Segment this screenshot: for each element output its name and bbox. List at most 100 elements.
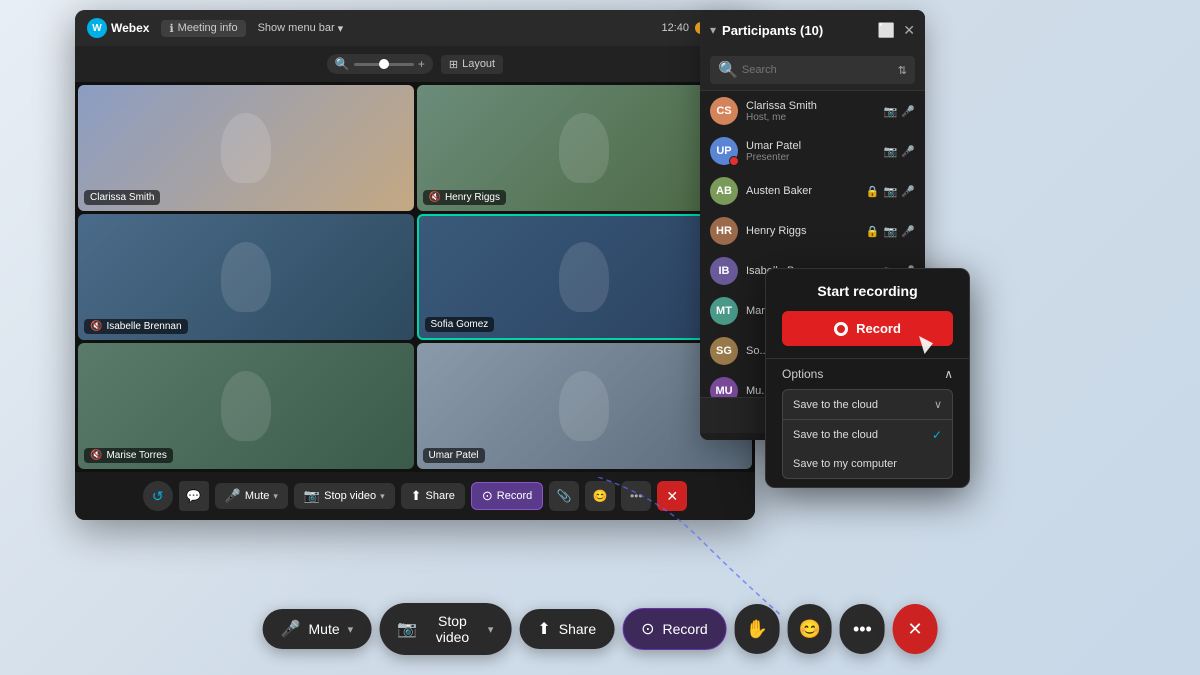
video-label-isabelle: 🔇 Isabelle Brennan (84, 319, 188, 334)
participant-item-henry[interactable]: HR Henry Riggs 🔒 📷 🎤 (700, 211, 925, 251)
zoom-slider[interactable] (354, 63, 414, 66)
emoji-button-small[interactable]: 😊 (585, 481, 615, 511)
mute-button-small[interactable]: 🎤 Mute ▾ (215, 483, 288, 509)
popup-header: Start recording (766, 269, 969, 311)
meeting-info-label: Meeting info (178, 22, 238, 34)
video-label-sofia: Sofia Gomez (425, 317, 495, 332)
participant-item-clarissa[interactable]: CS Clarissa Smith Host, me 📷 🎤 (700, 91, 925, 131)
stop-video-button-large[interactable]: 📷 Stop video ▾ (379, 603, 511, 655)
participant-info-austen: Austen Baker (746, 185, 858, 197)
save-option-cloud[interactable]: Save to the cloud ✓ (783, 420, 952, 450)
sort-icon[interactable]: ⇅ (898, 64, 907, 77)
share-button-small[interactable]: ⬆ Share (401, 483, 465, 509)
meeting-info-button[interactable]: ℹ Meeting info (161, 20, 245, 37)
video-toolbar: 🔍 + ⊞ Layout (75, 46, 755, 82)
dropdown-chevron-icon: ∨ (934, 398, 942, 411)
lock-icon-austen: 🔒 (866, 185, 880, 198)
zoom-slider-thumb (379, 59, 389, 69)
search-container[interactable]: 🔍 ⇅ (710, 56, 915, 84)
mute-button-large[interactable]: 🎤 Mute ▾ (263, 609, 372, 649)
mic-icon: 🎤 (225, 488, 241, 504)
camera-icon: 📷 (304, 488, 320, 504)
app-window: W Webex ℹ Meeting info Show menu bar ▾ 1… (75, 10, 755, 520)
layout-button[interactable]: ⊞ Layout (441, 55, 503, 74)
participant-avatar-austen: AB (710, 177, 738, 205)
loading-icon[interactable]: ↺ (143, 481, 173, 511)
share-button-large[interactable]: ⬆ Share (519, 609, 614, 649)
record-button-small[interactable]: ⊙ Record (471, 482, 543, 510)
participant-icons-austen: 🔒 📷 🎤 (866, 185, 915, 198)
video-chevron-large: ▾ (488, 623, 494, 636)
reaction-button-large[interactable]: 😊 (787, 604, 832, 654)
save-computer-label: Save to my computer (793, 458, 897, 470)
end-call-button-small[interactable]: ✕ (657, 481, 687, 511)
video-label-henry: 🔇 Henry Riggs (423, 190, 506, 205)
video-grid: Clarissa Smith 🔇 Henry Riggs 🔇 Isabelle … (75, 82, 755, 472)
webex-logo: W Webex (87, 18, 149, 38)
panel-close-icon[interactable]: ✕ (903, 22, 915, 39)
henry-mute-icon: 🔇 (429, 192, 441, 203)
participant-role-umar: Presenter (746, 152, 876, 163)
umar-name-label: Umar Patel (429, 450, 479, 461)
more-button-small[interactable]: ••• (621, 481, 651, 511)
stop-video-label-large: Stop video (425, 613, 480, 645)
participant-name-umar: Umar Patel (746, 140, 876, 152)
clip-button-small[interactable]: 📎 (549, 481, 579, 511)
henry-name-label: Henry Riggs (445, 192, 500, 203)
participant-icons-umar: 📷 🎤 (884, 145, 915, 158)
share-icon-large: ⬆ (537, 619, 550, 639)
mute-label: Mute (245, 490, 269, 502)
save-cloud-label: Save to the cloud (793, 429, 878, 441)
save-to-cloud-label: Save to the cloud (793, 399, 878, 411)
panel-title: Participants (10) (722, 23, 872, 38)
end-call-icon: ✕ (666, 488, 678, 505)
save-option-computer[interactable]: Save to my computer (783, 450, 952, 478)
participant-item-austen[interactable]: AB Austen Baker 🔒 📷 🎤 (700, 171, 925, 211)
layout-icon: ⊞ (449, 58, 458, 71)
check-icon: ✓ (932, 428, 942, 442)
panel-search: 🔍 ⇅ (700, 50, 925, 91)
record-button-large[interactable]: ⊙ Record (622, 608, 727, 650)
more-icon-large: ••• (853, 619, 872, 640)
options-chevron-icon[interactable]: ∧ (944, 367, 953, 381)
show-menu-label: Show menu bar (258, 22, 335, 34)
participant-avatar-sofia: SG (710, 337, 738, 365)
mute-chevron-large: ▾ (348, 623, 354, 636)
participant-info-umar: Umar Patel Presenter (746, 140, 876, 163)
chat-button-small[interactable]: 💬 (179, 481, 209, 511)
video-cell-marise: 🔇 Marise Torres (78, 343, 414, 469)
search-input[interactable] (742, 64, 894, 76)
clip-icon: 📎 (557, 489, 572, 503)
record-circle-icon (834, 322, 848, 336)
more-button-large[interactable]: ••• (840, 604, 885, 654)
participant-name-austen: Austen Baker (746, 185, 858, 197)
save-dropdown-header[interactable]: Save to the cloud ∨ (783, 390, 952, 420)
raise-hand-button-large[interactable]: ✋ (735, 604, 780, 654)
popup-title: Start recording (817, 283, 917, 299)
mic-icon-clarissa: 🎤 (901, 105, 915, 118)
reaction-icon: 😊 (798, 619, 820, 640)
panel-popout-icon[interactable]: ⬜ (878, 22, 895, 39)
end-call-button-large[interactable]: ✕ (893, 604, 938, 654)
record-btn-label: Record (856, 321, 901, 336)
show-menu-button[interactable]: Show menu bar ▾ (258, 22, 344, 35)
bottom-toolbar: ↺ 💬 🎤 Mute ▾ 📷 Stop video ▾ ⬆ Share ⊙ Re… (75, 472, 755, 520)
panel-collapse-icon[interactable]: ▾ (710, 23, 716, 37)
cam-icon-umar: 📷 (884, 145, 898, 158)
record-circle-inner (837, 325, 845, 333)
video-label-clarissa: Clarissa Smith (84, 190, 160, 205)
stop-video-button-small[interactable]: 📷 Stop video ▾ (294, 483, 395, 509)
zoom-control[interactable]: 🔍 + (327, 54, 433, 74)
participant-item-umar[interactable]: UP Umar Patel Presenter 📷 🎤 (700, 131, 925, 171)
clarissa-name-label: Clarissa Smith (90, 192, 154, 203)
webex-logo-icon: W (87, 18, 107, 38)
search-icon: 🔍 (718, 60, 738, 80)
zoom-out-icon: 🔍 (335, 57, 350, 71)
record-button-big[interactable]: Record (782, 311, 953, 346)
zoom-in-icon: + (418, 57, 425, 71)
large-toolbar: 🎤 Mute ▾ 📷 Stop video ▾ ⬆ Share ⊙ Record… (263, 603, 938, 655)
lock-icon-henry: 🔒 (866, 225, 880, 238)
participant-name-henry: Henry Riggs (746, 225, 858, 237)
options-label: Options (782, 367, 823, 381)
panel-action-icons: ⬜ ✕ (878, 22, 915, 39)
